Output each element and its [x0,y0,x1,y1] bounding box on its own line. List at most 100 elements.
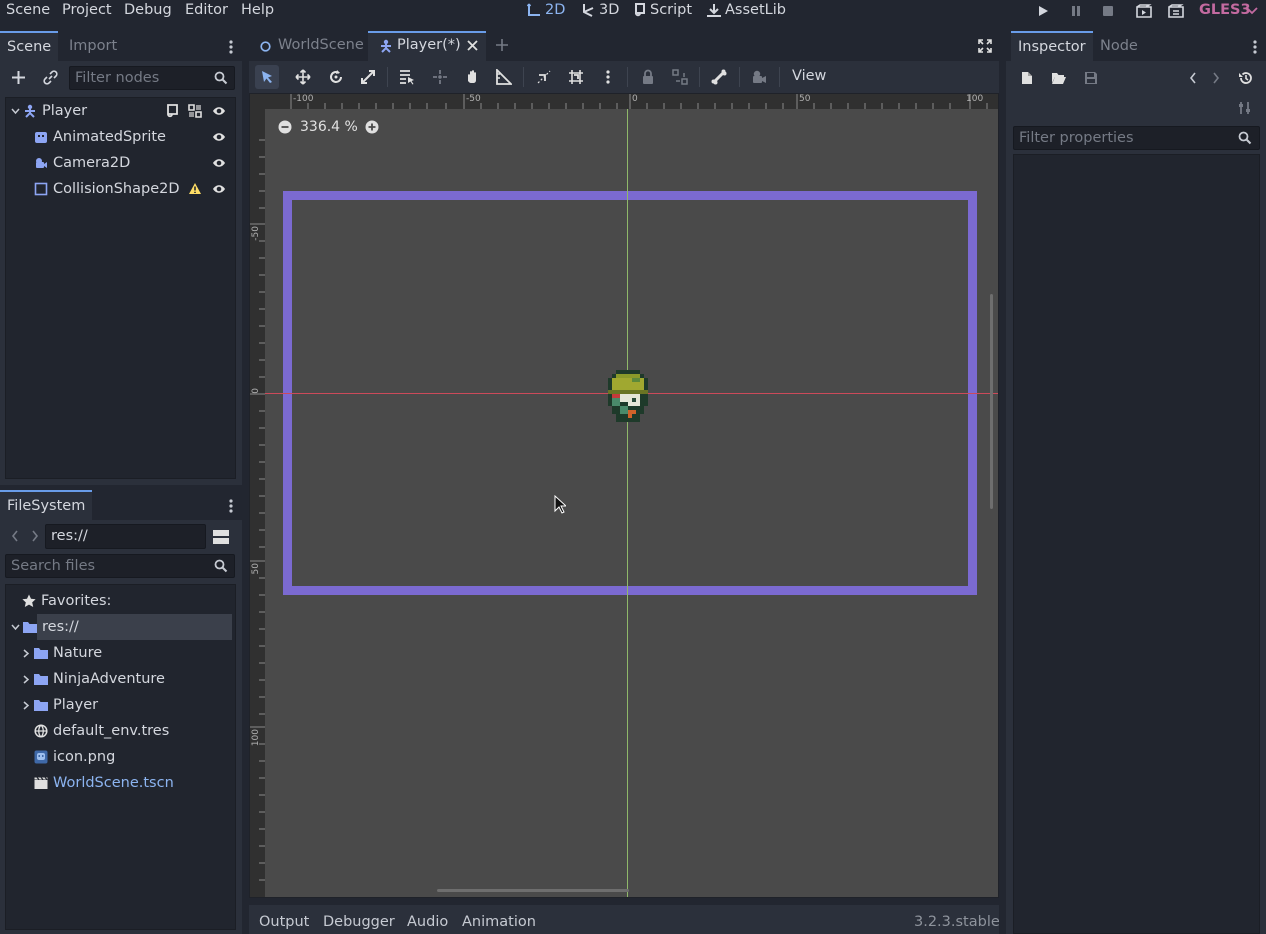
add-tab-icon[interactable] [495,38,509,52]
view-menu[interactable]: View [792,68,826,84]
ruler-icon[interactable] [496,69,512,85]
group-icon[interactable] [672,69,688,85]
zoom-out-icon[interactable] [278,120,292,134]
forward-icon[interactable] [31,530,39,542]
rotate-icon[interactable] [328,69,344,85]
save-icon[interactable] [1084,71,1098,85]
vertical-scrollbar[interactable] [990,294,993,509]
2d-icon [527,3,540,16]
horizontal-scrollbar[interactable] [437,889,629,892]
workspace-3d-button[interactable]: 3D [581,2,619,18]
filter-properties-input[interactable]: Filter properties [1013,126,1260,150]
viewport-2d[interactable]: -100 -50 0 50 100 -50 0 50 100 336.4 % [249,93,999,898]
play-scene-icon[interactable] [1136,4,1152,18]
lock-icon[interactable] [640,69,656,85]
zoom-in-icon[interactable] [365,120,379,134]
chevron-right-icon[interactable] [23,675,30,684]
menu-project[interactable]: Project [62,2,112,18]
scene-tab-worldscene[interactable]: WorldScene [249,31,367,61]
workspace-script-button[interactable]: Script [634,2,692,18]
menu-debug[interactable]: Debug [124,2,172,18]
close-icon[interactable] [467,40,478,51]
history-forward-icon[interactable] [1212,72,1220,84]
menu-scene[interactable]: Scene [6,2,50,18]
tree-row-camera2d[interactable]: Camera2D [6,150,235,176]
tab-output[interactable]: Output [259,914,309,930]
chevron-down-icon[interactable] [11,624,20,631]
move-icon[interactable] [295,69,311,85]
script-attached-icon[interactable] [166,104,179,118]
pan-hand-icon[interactable] [464,69,480,85]
file-row-default-env[interactable]: default_env.tres [6,718,235,744]
fullscreen-icon[interactable] [978,39,992,53]
search-files-input[interactable]: Search files [5,554,235,578]
chevron-down-icon[interactable] [11,108,20,115]
history-back-icon[interactable] [1189,72,1197,84]
select-arrow-icon[interactable] [259,69,275,85]
menu-editor[interactable]: Editor [185,2,228,18]
stop-icon[interactable] [1102,5,1114,17]
open-folder-icon[interactable] [1051,71,1066,85]
favorites-row[interactable]: Favorites: [6,588,235,614]
scene-tab-player[interactable]: Player(*) [368,31,486,61]
chevron-right-icon[interactable] [23,701,30,710]
group-children-icon[interactable] [188,104,202,118]
filesystem-dock: FileSystem res:// Search files Favorites… [0,490,242,934]
tree-row-animatedsprite[interactable]: AnimatedSprite [6,124,235,150]
pivot-icon[interactable] [432,69,448,85]
filter-nodes-input[interactable]: Filter nodes [69,66,235,90]
workspace-assetlib-button[interactable]: AssetLib [707,2,786,18]
menu-help[interactable]: Help [241,2,274,18]
play-custom-scene-icon[interactable] [1168,4,1184,18]
visibility-eye-icon[interactable] [212,104,226,118]
tab-import[interactable]: Import [62,31,124,61]
visibility-eye-icon[interactable] [212,182,226,196]
file-row-icon-png[interactable]: icon.png [6,744,235,770]
add-node-icon[interactable] [11,70,26,85]
zoom-level[interactable]: 336.4 % [300,119,358,135]
split-view-icon[interactable] [213,529,229,545]
grid-snap-icon[interactable] [568,69,584,85]
visibility-eye-icon[interactable] [212,156,226,170]
inspector-dock: Inspector Node Filter properties [1006,31,1266,934]
tab-inspector[interactable]: Inspector [1011,31,1093,61]
warning-icon[interactable] [188,182,202,195]
tab-node[interactable]: Node [1093,31,1145,61]
file-row-nature[interactable]: Nature [6,640,235,666]
link-icon[interactable] [43,70,58,85]
more-vertical-icon[interactable] [1252,39,1258,55]
file-row-worldscene[interactable]: WorldScene.tscn [6,770,235,796]
path-field[interactable]: res:// [45,524,206,549]
scene-tree: Player AnimatedSprite Camera2D Collision… [5,97,236,479]
tools-icon[interactable] [1238,101,1253,115]
scale-icon[interactable] [360,69,376,85]
workspace-2d-button[interactable]: 2D [527,2,565,18]
tab-scene[interactable]: Scene [0,31,59,61]
new-resource-icon[interactable] [1020,71,1034,85]
visibility-eye-icon[interactable] [212,130,226,144]
file-row-res-root[interactable]: res:// [6,614,235,640]
player-sprite[interactable] [604,370,652,422]
play-icon[interactable] [1037,5,1049,17]
object-history-icon[interactable] [1238,71,1253,85]
file-row-ninjaadventure[interactable]: NinjaAdventure [6,666,235,692]
list-select-icon[interactable] [399,69,415,85]
more-vertical-icon[interactable] [605,69,611,85]
ruler-vertical: -50 0 50 100 [250,109,265,897]
tab-audio[interactable]: Audio [407,914,448,930]
bone-icon[interactable] [711,69,727,85]
smart-snap-icon[interactable] [536,69,552,85]
tree-row-collisionshape2d[interactable]: CollisionShape2D [6,176,235,202]
preview-camera-icon[interactable] [751,69,767,85]
tab-debugger[interactable]: Debugger [323,914,395,930]
tree-row-player[interactable]: Player [6,98,235,124]
file-row-player[interactable]: Player [6,692,235,718]
more-vertical-icon[interactable] [228,498,234,514]
tab-filesystem[interactable]: FileSystem [0,490,93,520]
tab-animation[interactable]: Animation [462,914,536,930]
more-vertical-icon[interactable] [228,39,234,55]
chevron-right-icon[interactable] [23,649,30,658]
renderer-selector[interactable]: GLES3 [1199,2,1251,18]
back-icon[interactable] [11,530,19,542]
pause-icon[interactable] [1070,5,1082,17]
